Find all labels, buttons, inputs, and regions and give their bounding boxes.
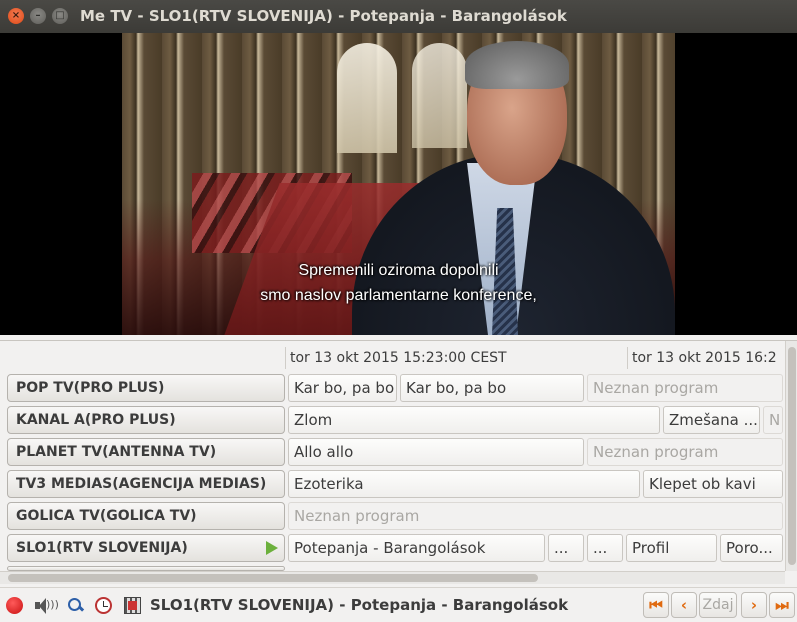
channel-button-kanal-a[interactable]: KANAL A(PRO PLUS) [7,406,285,434]
channel-button-slo1[interactable]: SLO1(RTV SLOVENIJA) [7,534,285,562]
window-maximize-button[interactable]: □ [52,8,68,24]
program-cell-unknown[interactable]: Neznan program [587,374,783,402]
video-background-window [337,43,397,153]
epg-grid: tor 13 okt 2015 15:23:00 CEST tor 13 okt… [0,340,797,584]
first-button[interactable]: ⏮ [643,592,669,618]
now-playing-label: SLO1(RTV SLOVENIJA) - Potepanja - Barang… [150,596,569,614]
horizontal-scrollbar-thumb[interactable] [8,574,538,582]
now-button[interactable]: Zdaj [699,592,737,618]
horizontal-scrollbar[interactable] [0,571,785,584]
program-cell[interactable]: Ezoterika [288,470,640,498]
program-cell-unknown[interactable]: N [763,406,783,434]
volume-icon[interactable]: ))) [34,597,59,614]
video-area[interactable]: Spremenili oziroma dopolnili smo naslov … [0,33,797,335]
channel-button-tv3-medias[interactable]: TV3 MEDIAS(AGENCIJA MEDIAS) [7,470,285,498]
channel-button-pop-tv[interactable]: POP TV(PRO PLUS) [7,374,285,402]
program-cell-unknown[interactable]: Neznan program [288,502,783,530]
subtitle-line-1: Spremenili oziroma dopolnili [298,262,499,279]
last-button[interactable]: ⏭ [769,592,795,618]
play-icon [266,541,278,555]
window-close-button[interactable]: × [8,8,24,24]
program-cell[interactable]: Zlom [288,406,660,434]
window-titlebar: × – □ Me TV - SLO1(RTV SLOVENIJA) - Pote… [0,0,797,33]
next-button[interactable]: › [741,592,767,618]
window-title: Me TV - SLO1(RTV SLOVENIJA) - Potepanja … [80,7,567,25]
channel-button-golica-tv[interactable]: GOLICA TV(GOLICA TV) [7,502,285,530]
timeslot-header: tor 13 okt 2015 16:2 [627,347,788,369]
program-cell[interactable]: Zmešana ... [663,406,760,434]
window-minimize-button[interactable]: – [30,8,46,24]
program-cell[interactable]: Kar bo, pa bo [288,374,397,402]
program-cell[interactable]: ... [587,534,623,562]
program-cell-current[interactable]: Potepanja - Barangolások [288,534,545,562]
program-cell[interactable]: Kar bo, pa bo [400,374,584,402]
program-cell-unknown[interactable]: Neznan program [587,438,783,466]
film-icon[interactable] [124,597,141,614]
vertical-scrollbar[interactable] [785,341,797,571]
clock-icon[interactable] [95,597,112,614]
vertical-scrollbar-thumb[interactable] [788,347,796,565]
pane-splitter-grip[interactable] [393,335,403,369]
subtitle-line-2: smo naslov parlamentarne konference, [260,287,537,304]
timeslot-header: tor 13 okt 2015 15:23:00 CEST [285,347,628,369]
status-bar: ))) SLO1(RTV SLOVENIJA) - Potepanja - Ba… [0,587,797,622]
video-background-window [412,43,467,148]
video-person-hair [465,41,569,89]
program-cell[interactable]: Klepet ob kavi [643,470,783,498]
record-icon[interactable] [6,597,23,614]
program-cell[interactable]: Allo allo [288,438,584,466]
program-cell[interactable]: Poro... [720,534,783,562]
channel-button-planet-tv[interactable]: PLANET TV(ANTENNA TV) [7,438,285,466]
program-cell[interactable]: ... [548,534,584,562]
video-frame: Spremenili oziroma dopolnili smo naslov … [122,33,675,335]
previous-button[interactable]: ‹ [671,592,697,618]
program-cell[interactable]: Profil [626,534,717,562]
search-icon[interactable] [67,597,85,614]
channel-label: SLO1(RTV SLOVENIJA) [16,540,188,556]
